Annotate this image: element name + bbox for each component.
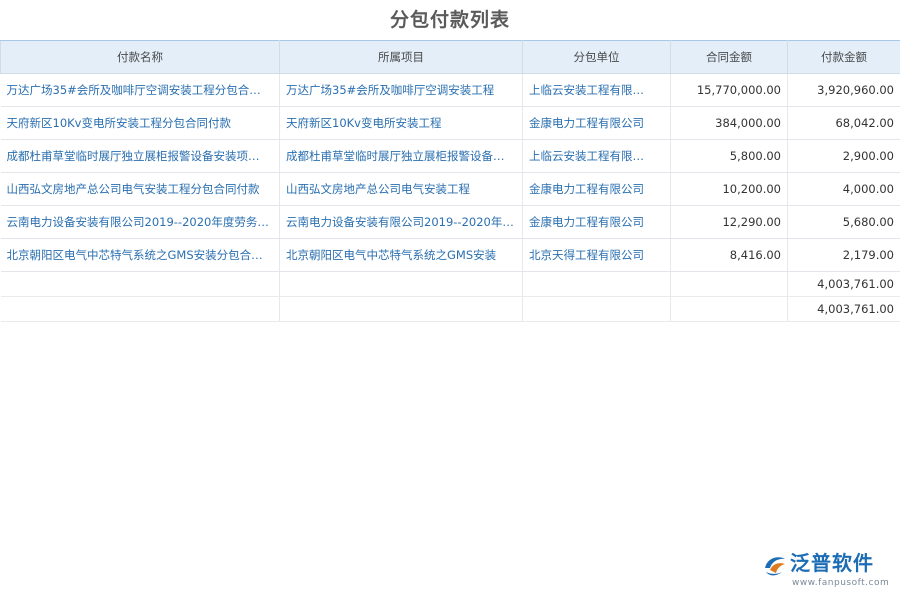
project-cell[interactable]: 成都杜甫草堂临时展厅独立展柜报警设备… <box>280 140 523 173</box>
page: 分包付款列表 付款名称 所属项目 分包单位 合同金额 付款金额 万达广场35#会… <box>0 0 900 600</box>
payment-amount-cell: 5,680.00 <box>788 206 900 239</box>
page-title: 分包付款列表 <box>0 4 900 36</box>
subcontractor-cell[interactable]: 金康电力工程有限公司 <box>523 107 671 140</box>
column-header-subcontractor[interactable]: 分包单位 <box>523 41 671 74</box>
column-header-payment-name[interactable]: 付款名称 <box>1 41 280 74</box>
payment-name-cell[interactable]: 天府新区10Kv变电所安装工程分包合同付款 <box>1 107 280 140</box>
empty-cell <box>280 272 523 297</box>
logo-icon <box>762 552 788 578</box>
project-cell[interactable]: 天府新区10Kv变电所安装工程 <box>280 107 523 140</box>
table-row[interactable]: 万达广场35#会所及咖啡厅空调安装工程分包合… 万达广场35#会所及咖啡厅空调安… <box>1 74 900 107</box>
contract-amount-cell: 12,290.00 <box>671 206 788 239</box>
empty-cell <box>523 297 671 322</box>
table-row[interactable]: 山西弘文房地产总公司电气安装工程分包合同付款 山西弘文房地产总公司电气安装工程 … <box>1 173 900 206</box>
table-row[interactable]: 成都杜甫草堂临时展厅独立展柜报警设备安装项… 成都杜甫草堂临时展厅独立展柜报警设… <box>1 140 900 173</box>
project-cell[interactable]: 北京朝阳区电气中芯特气系统之GMS安装 <box>280 239 523 272</box>
subcontractor-cell[interactable]: 上临云安装工程有限… <box>523 140 671 173</box>
subcontractor-cell[interactable]: 金康电力工程有限公司 <box>523 206 671 239</box>
project-cell[interactable]: 山西弘文房地产总公司电气安装工程 <box>280 173 523 206</box>
logo-url: www.fanpusoft.com <box>792 578 889 588</box>
total-amount: 4,003,761.00 <box>788 297 900 322</box>
subcontractor-cell[interactable]: 金康电力工程有限公司 <box>523 173 671 206</box>
payment-amount-cell: 68,042.00 <box>788 107 900 140</box>
payment-table: 付款名称 所属项目 分包单位 合同金额 付款金额 万达广场35#会所及咖啡厅空调… <box>0 40 900 322</box>
contract-amount-cell: 15,770,000.00 <box>671 74 788 107</box>
column-header-contract-amount[interactable]: 合同金额 <box>671 41 788 74</box>
empty-cell <box>671 297 788 322</box>
empty-cell <box>1 297 280 322</box>
contract-amount-cell: 384,000.00 <box>671 107 788 140</box>
subtotal-amount: 4,003,761.00 <box>788 272 900 297</box>
empty-cell <box>280 297 523 322</box>
payment-name-cell[interactable]: 北京朝阳区电气中芯特气系统之GMS安装分包合… <box>1 239 280 272</box>
empty-cell <box>523 272 671 297</box>
logo-name: 泛普软件 <box>790 548 874 578</box>
project-cell[interactable]: 万达广场35#会所及咖啡厅空调安装工程 <box>280 74 523 107</box>
payment-name-cell[interactable]: 云南电力设备安装有限公司2019--2020年度劳务… <box>1 206 280 239</box>
contract-amount-cell: 8,416.00 <box>671 239 788 272</box>
table-row[interactable]: 天府新区10Kv变电所安装工程分包合同付款 天府新区10Kv变电所安装工程 金康… <box>1 107 900 140</box>
payment-amount-cell: 2,900.00 <box>788 140 900 173</box>
total-row: 4,003,761.00 <box>1 297 900 322</box>
table-row[interactable]: 北京朝阳区电气中芯特气系统之GMS安装分包合… 北京朝阳区电气中芯特气系统之GM… <box>1 239 900 272</box>
column-header-project[interactable]: 所属项目 <box>280 41 523 74</box>
payment-name-cell[interactable]: 成都杜甫草堂临时展厅独立展柜报警设备安装项… <box>1 140 280 173</box>
payment-name-cell[interactable]: 万达广场35#会所及咖啡厅空调安装工程分包合… <box>1 74 280 107</box>
empty-cell <box>1 272 280 297</box>
contract-amount-cell: 10,200.00 <box>671 173 788 206</box>
empty-cell <box>671 272 788 297</box>
payment-amount-cell: 2,179.00 <box>788 239 900 272</box>
subcontractor-cell[interactable]: 上临云安装工程有限… <box>523 74 671 107</box>
payment-name-cell[interactable]: 山西弘文房地产总公司电气安装工程分包合同付款 <box>1 173 280 206</box>
table-header-row: 付款名称 所属项目 分包单位 合同金额 付款金额 <box>1 41 900 74</box>
payment-amount-cell: 3,920,960.00 <box>788 74 900 107</box>
payment-amount-cell: 4,000.00 <box>788 173 900 206</box>
table-row[interactable]: 云南电力设备安装有限公司2019--2020年度劳务… 云南电力设备安装有限公司… <box>1 206 900 239</box>
column-header-payment-amount[interactable]: 付款金额 <box>788 41 900 74</box>
brand-logo: 泛普软件 www.fanpusoft.com <box>762 548 892 592</box>
subcontractor-cell[interactable]: 北京天得工程有限公司 <box>523 239 671 272</box>
contract-amount-cell: 5,800.00 <box>671 140 788 173</box>
project-cell[interactable]: 云南电力设备安装有限公司2019--2020年… <box>280 206 523 239</box>
subtotal-row: 4,003,761.00 <box>1 272 900 297</box>
